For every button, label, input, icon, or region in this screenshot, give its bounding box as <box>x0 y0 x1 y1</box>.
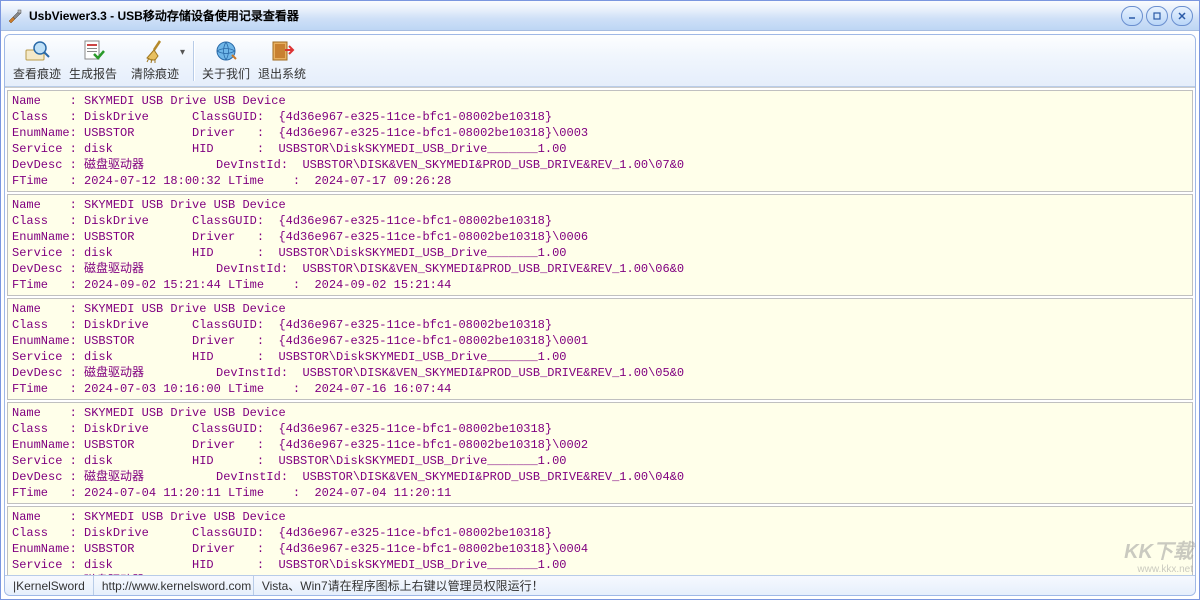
record-line: Service : disk HID : USBSTOR\DiskSKYMEDI… <box>12 349 1188 365</box>
record-line: Name : SKYMEDI USB Drive USB Device <box>12 509 1188 525</box>
usb-record[interactable]: Name : SKYMEDI USB Drive USB DeviceClass… <box>7 90 1193 192</box>
record-line: EnumName: USBSTOR Driver : {4d36e967-e32… <box>12 541 1188 557</box>
record-line: Name : SKYMEDI USB Drive USB Device <box>12 93 1188 109</box>
record-line: FTime : 2024-07-03 10:16:00 LTime : 2024… <box>12 381 1188 397</box>
generate-report-button[interactable]: 生成报告 <box>65 37 121 85</box>
broom-icon <box>142 39 168 63</box>
record-line: EnumName: USBSTOR Driver : {4d36e967-e32… <box>12 229 1188 245</box>
about-button[interactable]: 关于我们 <box>198 37 254 85</box>
record-line: EnumName: USBSTOR Driver : {4d36e967-e32… <box>12 125 1188 141</box>
report-icon <box>80 39 106 63</box>
maximize-button[interactable] <box>1146 6 1168 26</box>
status-tip: Vista、Win7请在程序图标上右键以管理员权限运行！ <box>254 576 1195 595</box>
record-line: Class : DiskDrive ClassGUID: {4d36e967-e… <box>12 525 1188 541</box>
record-line: EnumName: USBSTOR Driver : {4d36e967-e32… <box>12 333 1188 349</box>
status-brand: |KernelSword <box>5 576 94 595</box>
record-line: Service : disk HID : USBSTOR\DiskSKYMEDI… <box>12 453 1188 469</box>
app-window: UsbViewer3.3 - USB移动存储设备使用记录查看器 查看痕迹 生成报… <box>0 0 1200 600</box>
title-bar: UsbViewer3.3 - USB移动存储设备使用记录查看器 <box>1 1 1199 31</box>
status-url: http://www.kernelsword.com <box>94 576 254 595</box>
record-line: DevDesc : 磁盘驱动器 DevInstId: USBSTOR\DISK&… <box>12 469 1188 485</box>
record-line: FTime : 2024-07-12 18:00:32 LTime : 2024… <box>12 173 1188 189</box>
record-line: Service : disk HID : USBSTOR\DiskSKYMEDI… <box>12 245 1188 261</box>
record-line: Class : DiskDrive ClassGUID: {4d36e967-e… <box>12 109 1188 125</box>
toolbar-label: 退出系统 <box>258 65 306 82</box>
record-line: Name : SKYMEDI USB Drive USB Device <box>12 197 1188 213</box>
record-line: Class : DiskDrive ClassGUID: {4d36e967-e… <box>12 317 1188 333</box>
globe-icon <box>213 39 239 63</box>
app-icon <box>7 8 23 24</box>
clear-traces-button[interactable]: 清除痕迹 <box>121 37 189 85</box>
usb-record[interactable]: Name : SKYMEDI USB Drive USB DeviceClass… <box>7 506 1193 575</box>
usb-record[interactable]: Name : SKYMEDI USB Drive USB DeviceClass… <box>7 194 1193 296</box>
record-line: DevDesc : 磁盘驱动器 DevInstId: USBSTOR\DISK&… <box>12 157 1188 173</box>
toolbar-label: 查看痕迹 <box>13 65 61 82</box>
status-bar: |KernelSword http://www.kernelsword.com … <box>5 575 1195 595</box>
record-line: Service : disk HID : USBSTOR\DiskSKYMEDI… <box>12 557 1188 573</box>
record-line: Class : DiskDrive ClassGUID: {4d36e967-e… <box>12 213 1188 229</box>
window-title: UsbViewer3.3 - USB移动存储设备使用记录查看器 <box>29 7 1121 24</box>
minimize-button[interactable] <box>1121 6 1143 26</box>
magnifier-icon <box>24 39 50 63</box>
window-controls <box>1121 6 1193 26</box>
record-line: DevDesc : 磁盘驱动器 DevInstId: USBSTOR\DISK&… <box>12 261 1188 277</box>
record-line: Name : SKYMEDI USB Drive USB Device <box>12 301 1188 317</box>
usb-record[interactable]: Name : SKYMEDI USB Drive USB DeviceClass… <box>7 298 1193 400</box>
record-line: Service : disk HID : USBSTOR\DiskSKYMEDI… <box>12 141 1188 157</box>
record-line: DevDesc : 磁盘驱动器 DevInstId: USBSTOR\DISK&… <box>12 365 1188 381</box>
inner-frame: 查看痕迹 生成报告 清除痕迹 关于我们 退出系统 Name : SKYMEDI … <box>4 34 1196 596</box>
record-line: Class : DiskDrive ClassGUID: {4d36e967-e… <box>12 421 1188 437</box>
exit-button[interactable]: 退出系统 <box>254 37 310 85</box>
records-list[interactable]: Name : SKYMEDI USB Drive USB DeviceClass… <box>5 87 1195 575</box>
record-line: Name : SKYMEDI USB Drive USB Device <box>12 405 1188 421</box>
view-traces-button[interactable]: 查看痕迹 <box>9 37 65 85</box>
close-button[interactable] <box>1171 6 1193 26</box>
toolbar-separator <box>193 41 194 81</box>
toolbar-label: 生成报告 <box>69 65 117 82</box>
usb-record[interactable]: Name : SKYMEDI USB Drive USB DeviceClass… <box>7 402 1193 504</box>
toolbar: 查看痕迹 生成报告 清除痕迹 关于我们 退出系统 <box>5 35 1195 87</box>
record-line: EnumName: USBSTOR Driver : {4d36e967-e32… <box>12 437 1188 453</box>
exit-icon <box>269 39 295 63</box>
record-line: FTime : 2024-09-02 15:21:44 LTime : 2024… <box>12 277 1188 293</box>
toolbar-label: 关于我们 <box>202 65 250 82</box>
record-line: FTime : 2024-07-04 11:20:11 LTime : 2024… <box>12 485 1188 501</box>
toolbar-label: 清除痕迹 <box>131 65 179 82</box>
